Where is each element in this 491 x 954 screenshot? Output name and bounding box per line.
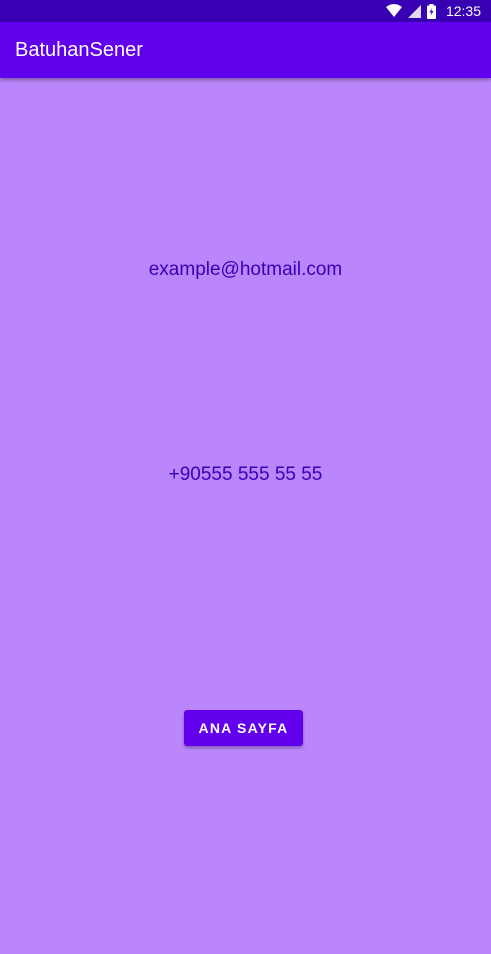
- status-bar: 12:35: [0, 0, 491, 22]
- status-time: 12:35: [445, 3, 481, 19]
- app-title: BatuhanSener: [15, 39, 143, 61]
- signal-icon: [407, 4, 421, 18]
- status-icons: 12:35: [385, 0, 481, 22]
- phone-text: +90555 555 55 55: [168, 464, 323, 485]
- wifi-icon: [385, 4, 402, 18]
- email-text: example@hotmail.com: [148, 259, 343, 280]
- battery-icon: [426, 3, 436, 19]
- app-bar: BatuhanSener: [0, 22, 491, 78]
- screen: 12:35 BatuhanSener example@hotmail.com +…: [0, 0, 491, 954]
- home-button[interactable]: ANA SAYFA: [184, 710, 303, 746]
